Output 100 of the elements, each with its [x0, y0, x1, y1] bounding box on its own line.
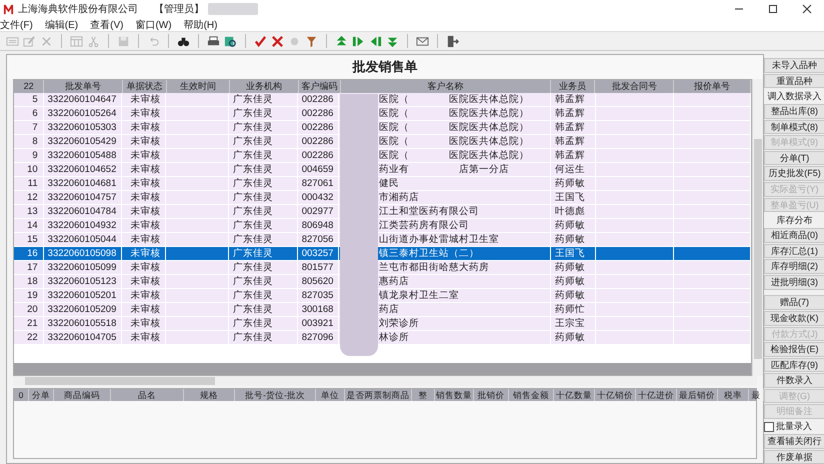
table-cell: 6: [32, 108, 38, 119]
menu-item[interactable]: 帮助(H): [184, 18, 218, 32]
column-header[interactable]: 销售数量: [435, 389, 474, 401]
table-row[interactable]: 11 3322060104681 未审核 广东佳灵 827061 健民 药师敏: [14, 177, 752, 191]
table-cell: 何运生: [555, 164, 586, 175]
table-cell: 刘荣诊所: [379, 318, 420, 329]
side-button[interactable]: 查看辅关闭行: [764, 434, 824, 449]
table-row[interactable]: 13 3322060104784 未审核 广东佳灵 002977 江土和堂医药有限公司 叶德彪: [14, 205, 752, 219]
table-row[interactable]: 21 3322060105518 未审核 广东佳灵 003921 刘荣诊所 王宗宝: [14, 317, 752, 331]
column-header[interactable]: 十亿数量: [554, 389, 595, 401]
table-cell: 未审核: [130, 248, 160, 259]
check-icon[interactable]: [254, 34, 267, 48]
side-button[interactable]: 历史批发(F5): [764, 166, 824, 182]
maximize-icon[interactable]: [768, 4, 778, 14]
column-header[interactable]: 批号-货位-批次: [235, 389, 316, 401]
filter-icon[interactable]: [305, 34, 318, 48]
column-header[interactable]: 最后销价: [677, 389, 718, 401]
table-row[interactable]: 6 3322060105264 未审核 广东佳灵 002286 医院（ 医院医共体总院） 韩孟辉: [14, 107, 752, 121]
side-button[interactable]: 现金收款(K): [764, 310, 824, 326]
table-row[interactable]: 19 3322060105201 未审核 广东佳灵 827035 镇龙泉村卫生二室 药师敏: [14, 289, 752, 303]
column-header[interactable]: 批销价: [474, 389, 509, 401]
table-cell: 3322060104705: [48, 332, 116, 343]
column-header[interactable]: 十亿销价: [595, 389, 636, 401]
table-cell: 3322060105209: [48, 304, 116, 315]
side-button[interactable]: 进批明细(3): [764, 274, 824, 290]
table-row[interactable]: 17 3322060105099 未审核 广东佳灵 801577 兰屯市都田街哈慈大药房 药师敏: [14, 261, 752, 275]
table-cell: 未审核: [130, 332, 160, 343]
table-cell: 韩孟辉: [555, 136, 586, 147]
column-header[interactable]: 单位: [316, 389, 345, 401]
table-cell: 药师忙: [555, 304, 586, 315]
table-cell: 镇龙泉村卫生二室: [379, 290, 460, 301]
horizontal-scrollbar[interactable]: [13, 376, 757, 386]
table-cell: 王国飞: [555, 248, 586, 259]
print-icon[interactable]: [207, 34, 220, 48]
table-row[interactable]: 15 3322060105044 未审核 广东佳灵 827056 山街道办事处雷城村卫生室 药师敏: [14, 233, 752, 247]
column-header[interactable]: 品名: [111, 389, 184, 401]
table-cell: 镇三泰村卫生站（二）: [379, 248, 480, 259]
table-cell: 3322060104652: [48, 164, 116, 175]
table-cell: 003921: [302, 318, 334, 329]
table-row[interactable]: 16 3322060105098 未审核 广东佳灵 003257 镇三泰村卫生站（二） 王国飞: [14, 247, 752, 261]
column-header[interactable]: 分单: [29, 389, 54, 401]
table-row[interactable]: 7 3322060105303 未审核 广东佳灵 002286 医院（ 医院医共体总院） 韩孟辉: [14, 121, 752, 135]
table-cell: 7: [32, 122, 38, 133]
column-header[interactable]: 是否两票制商品: [345, 389, 412, 401]
table-cell: 江类芸药房有限公司: [379, 220, 470, 231]
column-header[interactable]: 销售金额: [509, 389, 554, 401]
table-row[interactable]: 14 3322060104932 未审核 广东佳灵 806948 江类芸药房有限公司 药师敏: [14, 219, 752, 233]
side-button[interactable]: 制单模式(8): [764, 120, 824, 134]
column-header[interactable]: 商品编码: [54, 389, 111, 401]
side-button[interactable]: 检验报告(E): [764, 342, 824, 357]
table-cell: 韩孟辉: [555, 94, 586, 105]
side-button[interactable]: 件数录入: [764, 373, 824, 388]
table-row[interactable]: 12 3322060104757 未审核 广东佳灵 000432 市湘药店 王国飞: [14, 191, 752, 205]
table-cell: 未审核: [130, 192, 160, 203]
exit-icon[interactable]: [446, 34, 459, 48]
table-cell: 未审核: [130, 318, 160, 329]
table-row[interactable]: 10 3322060104652 未审核 广东佳灵 004659 药业有 店第一分店 何运生: [14, 163, 752, 177]
side-button[interactable]: 赠品(7): [764, 295, 824, 310]
table-cell: 市湘药店: [379, 192, 420, 203]
table-cell: 002286: [302, 108, 334, 119]
side-button[interactable]: 相近商品(0): [764, 228, 824, 243]
menu-item[interactable]: 窗口(W): [135, 18, 172, 32]
menu-item[interactable]: 编辑(E): [44, 18, 78, 32]
side-button[interactable]: 匹配库存(9): [764, 358, 824, 372]
checkbox[interactable]: [764, 422, 774, 432]
side-button[interactable]: 库存汇总(1): [764, 244, 824, 258]
table-cell: 广东佳灵: [232, 248, 273, 259]
table-row[interactable]: 9 3322060105488 未审核 广东佳灵 002286 医院（ 医院医共体总院） 韩孟辉: [14, 149, 752, 163]
side-button[interactable]: 库存明细(2): [764, 259, 824, 274]
table-cell: 医院（ 医院医共体总院）: [379, 94, 530, 105]
column-header[interactable]: 整: [412, 389, 435, 401]
table-row[interactable]: 22 3322060104705 未审核 广东佳灵 827096 林诊所 药师敏: [14, 331, 752, 345]
side-button[interactable]: 整品出库(8): [764, 104, 824, 119]
menu-item[interactable]: 查看(V): [90, 18, 124, 32]
table-cell: 3322060105518: [48, 318, 116, 329]
table-cell: 未审核: [130, 164, 160, 175]
side-button[interactable]: 未导入品种: [764, 58, 824, 73]
cross-icon[interactable]: [271, 34, 284, 48]
close-icon[interactable]: [802, 4, 812, 14]
vertical-scrollbar[interactable]: [752, 79, 763, 376]
menu-item[interactable]: 文件(F): [0, 18, 33, 32]
column-header[interactable]: 规格: [184, 389, 235, 401]
table-row[interactable]: 5 3322060104647 未审核 广东佳灵 002286 医院（ 医院医共体总院） 韩孟辉: [14, 93, 752, 107]
mail-icon[interactable]: [416, 34, 429, 48]
table-cell: 004659: [302, 164, 334, 175]
side-button[interactable]: 重置品种: [764, 74, 824, 88]
side-button[interactable]: 分单(T): [764, 150, 824, 166]
table-cell: 医院（ 医院医共体总院）: [379, 150, 530, 161]
table-cell: 惠药店: [379, 276, 410, 287]
table-row[interactable]: 18 3322060105123 未审核 广东佳灵 805620 惠药店 药师敏: [14, 275, 752, 289]
table-cell: 广东佳灵: [232, 108, 273, 119]
section-label: 调入数据录入: [768, 90, 822, 104]
column-header[interactable]: 0: [14, 389, 29, 401]
column-header[interactable]: 十亿进价: [636, 389, 677, 401]
table-cell: 药店: [379, 304, 400, 315]
column-header[interactable]: 税率: [718, 389, 749, 401]
side-button[interactable]: 作废单据: [764, 450, 824, 464]
table-cell: 健民: [379, 178, 400, 189]
table-row[interactable]: 20 3322060105209 未审核 广东佳灵 300168 药店 药师忙: [14, 303, 752, 317]
table-row[interactable]: 8 3322060105429 未审核 广东佳灵 002286 医院（ 医院医共体总院） 韩孟辉: [14, 135, 752, 149]
